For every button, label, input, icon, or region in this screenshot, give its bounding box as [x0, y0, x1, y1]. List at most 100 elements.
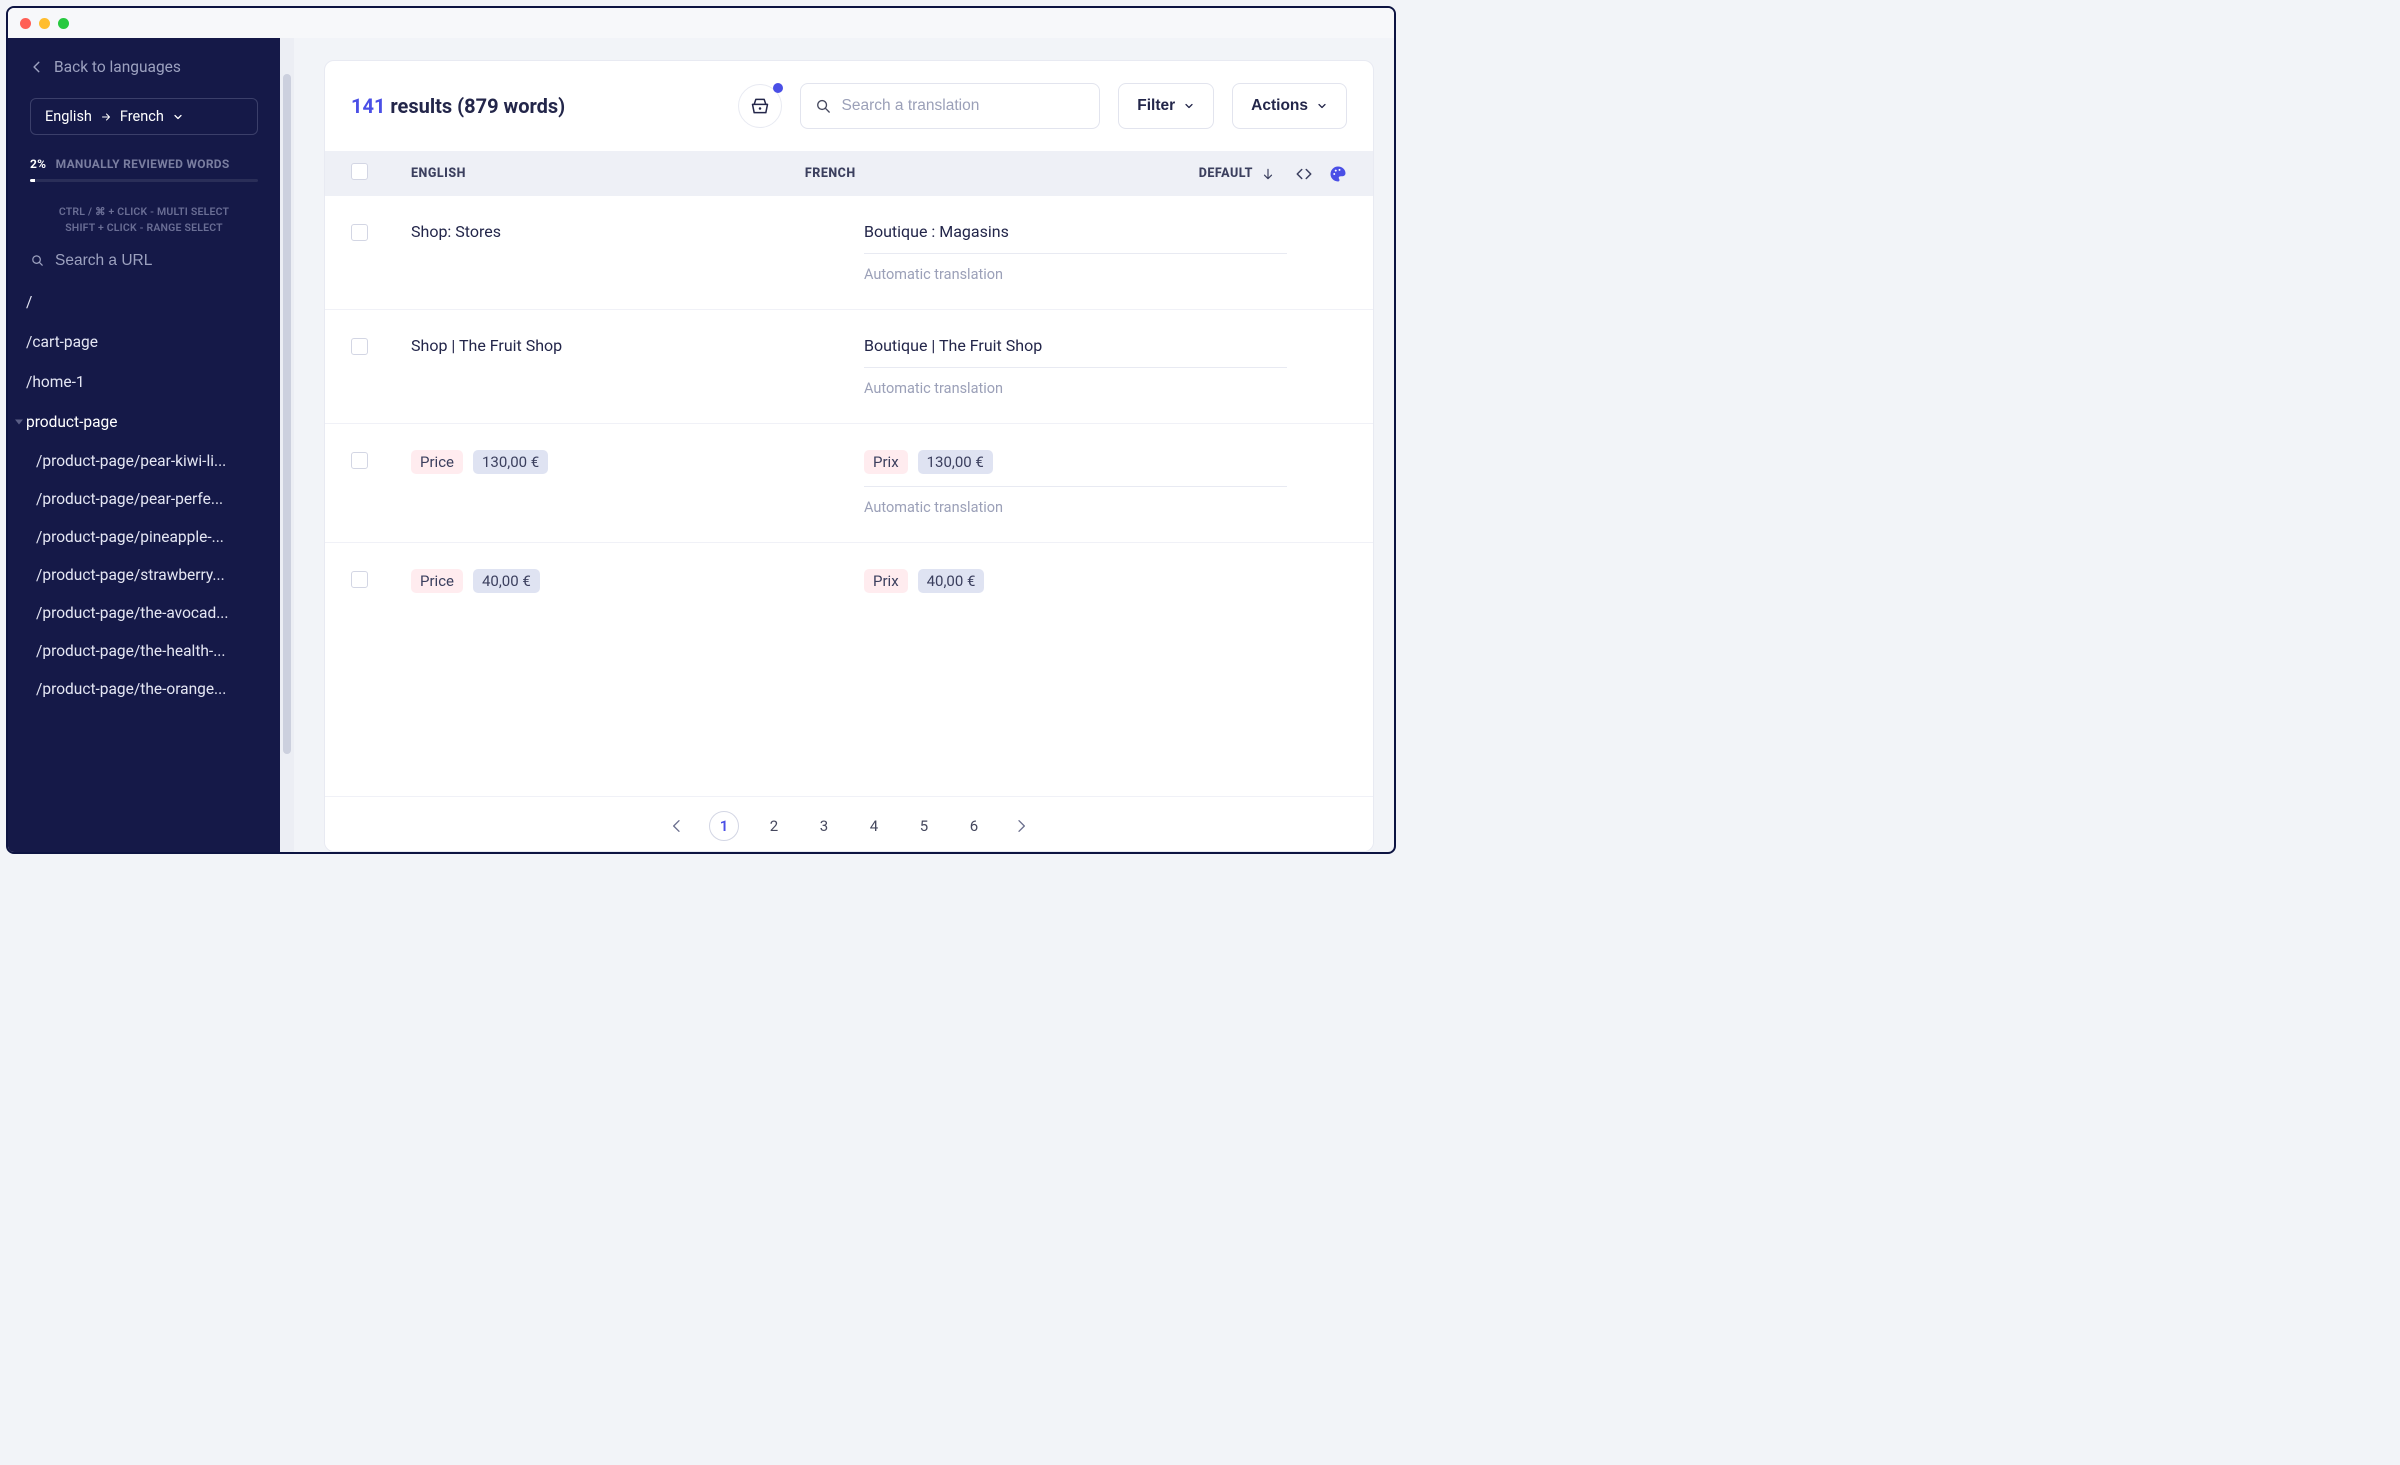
shopping-basket-icon: [750, 96, 770, 116]
table-rows: Shop: Stores Boutique : Magasins Automat…: [325, 196, 1373, 796]
cell-english: Price 130,00 €: [391, 450, 864, 516]
next-page-button[interactable]: [1009, 814, 1033, 838]
translation-type: Automatic translation: [864, 487, 1287, 516]
scrollbar-thumb[interactable]: [283, 74, 291, 754]
column-default: DEFAULT: [1199, 166, 1253, 181]
token-word: Price: [411, 450, 463, 474]
cell-french[interactable]: Boutique : Magasins: [864, 222, 1287, 254]
table-row[interactable]: Shop: Stores Boutique : Magasins Automat…: [325, 196, 1373, 310]
results-number: 141: [351, 94, 385, 118]
url-item[interactable]: /home-1: [8, 362, 280, 402]
translation-search-input[interactable]: [842, 97, 1086, 115]
cell-french[interactable]: Prix 40,00 €: [864, 569, 1287, 593]
token-word: Price: [411, 569, 463, 593]
url-child-item[interactable]: /product-page/the-health-...: [8, 632, 280, 670]
url-list: / /cart-page /home-1 product-page /produ…: [8, 282, 280, 853]
url-child-item[interactable]: /product-page/pear-kiwi-li...: [8, 442, 280, 480]
panel-toolbar: 141 results (879 words) Filter: [325, 61, 1373, 151]
language-pair-selector[interactable]: English French: [30, 98, 258, 135]
token-number: 130,00 €: [473, 450, 548, 474]
minimize-window-icon[interactable]: [39, 18, 50, 29]
prev-page-button[interactable]: [665, 814, 689, 838]
url-item-expanded[interactable]: product-page: [8, 402, 280, 442]
arrow-right-icon: [1013, 818, 1029, 834]
page-number[interactable]: 5: [909, 811, 939, 841]
progress-label: MANUALLY REVIEWED WORDS: [56, 157, 230, 171]
close-window-icon[interactable]: [20, 18, 31, 29]
actions-button[interactable]: Actions: [1232, 83, 1347, 129]
progress-bar: [30, 179, 258, 182]
url-child-item[interactable]: /product-page/pineapple-...: [8, 518, 280, 556]
code-icon[interactable]: [1295, 165, 1313, 183]
back-to-languages-link[interactable]: Back to languages: [8, 38, 280, 86]
results-count: 141 results (879 words): [351, 94, 565, 118]
token-word: Prix: [864, 569, 908, 593]
url-item[interactable]: /: [8, 282, 280, 322]
lang-from: English: [45, 108, 92, 125]
row-checkbox[interactable]: [351, 452, 368, 469]
scrollbar-track[interactable]: [280, 38, 294, 852]
search-icon: [30, 253, 45, 268]
filter-label: Filter: [1137, 97, 1175, 115]
main-content: 141 results (879 words) Filter: [294, 38, 1394, 852]
token-word: Prix: [864, 450, 908, 474]
table-row[interactable]: Price 130,00 € Prix 130,00 € Automatic t…: [325, 424, 1373, 543]
token-number: 130,00 €: [918, 450, 993, 474]
notification-badge: [773, 83, 783, 93]
hint-rangeselect: SHIFT + CLICK - RANGE SELECT: [18, 220, 270, 236]
url-item[interactable]: /cart-page: [8, 322, 280, 362]
chevron-down-icon: [1183, 100, 1195, 112]
progress-block: 2% MANUALLY REVIEWED WORDS: [8, 135, 280, 188]
url-child-item[interactable]: /product-page/strawberry...: [8, 556, 280, 594]
hint-multiselect: CTRL / ⌘ + CLICK - MULTI SELECT: [18, 204, 270, 220]
table-header: ENGLISH FRENCH DEFAULT: [325, 151, 1373, 196]
url-search-input[interactable]: [55, 252, 258, 270]
cell-french[interactable]: Boutique | The Fruit Shop: [864, 336, 1287, 368]
filter-button[interactable]: Filter: [1118, 83, 1214, 129]
results-text: results (879 words): [390, 94, 565, 118]
maximize-window-icon[interactable]: [58, 18, 69, 29]
arrow-left-icon: [669, 818, 685, 834]
arrow-down-icon: [1261, 167, 1275, 181]
page-number[interactable]: 6: [959, 811, 989, 841]
page-number[interactable]: 3: [809, 811, 839, 841]
page-number[interactable]: 2: [759, 811, 789, 841]
chevron-down-icon: [172, 111, 184, 123]
url-search[interactable]: [8, 244, 280, 282]
results-panel: 141 results (879 words) Filter: [324, 60, 1374, 852]
row-checkbox[interactable]: [351, 338, 368, 355]
row-checkbox[interactable]: [351, 571, 368, 588]
table-row[interactable]: Shop | The Fruit Shop Boutique | The Fru…: [325, 310, 1373, 424]
lang-to: French: [120, 108, 164, 125]
token-number: 40,00 €: [473, 569, 540, 593]
translation-type: Automatic translation: [864, 254, 1287, 283]
url-child-item[interactable]: /product-page/the-orange...: [8, 670, 280, 708]
cell-english: Price 40,00 €: [391, 569, 864, 593]
translation-type: Automatic translation: [864, 368, 1287, 397]
pagination: 1 2 3 4 5 6: [325, 796, 1373, 851]
column-french: FRENCH: [805, 166, 1199, 181]
page-number[interactable]: 4: [859, 811, 889, 841]
back-label: Back to languages: [54, 58, 181, 76]
app-window: Back to languages English French 2% MANU…: [6, 6, 1396, 854]
palette-icon[interactable]: [1329, 165, 1347, 183]
sort-default[interactable]: DEFAULT: [1199, 166, 1295, 181]
page-number[interactable]: 1: [709, 811, 739, 841]
url-child-item[interactable]: /product-page/the-avocad...: [8, 594, 280, 632]
actions-label: Actions: [1251, 97, 1308, 115]
table-row[interactable]: Price 40,00 € Prix 40,00 €: [325, 543, 1373, 619]
search-icon: [815, 97, 831, 115]
titlebar: [8, 8, 1394, 38]
cell-english: Shop | The Fruit Shop: [391, 336, 864, 397]
basket-button[interactable]: [738, 84, 782, 128]
url-child-item[interactable]: /product-page/pear-perfe...: [8, 480, 280, 518]
translation-search[interactable]: [800, 83, 1100, 129]
progress-percent: 2%: [30, 157, 46, 171]
cell-french[interactable]: Prix 130,00 €: [864, 450, 1287, 487]
select-all-checkbox[interactable]: [351, 163, 391, 184]
token-number: 40,00 €: [918, 569, 985, 593]
chevron-down-icon: [1316, 100, 1328, 112]
keyboard-hints: CTRL / ⌘ + CLICK - MULTI SELECT SHIFT + …: [8, 188, 280, 244]
arrow-right-icon: [100, 111, 112, 123]
row-checkbox[interactable]: [351, 224, 368, 241]
